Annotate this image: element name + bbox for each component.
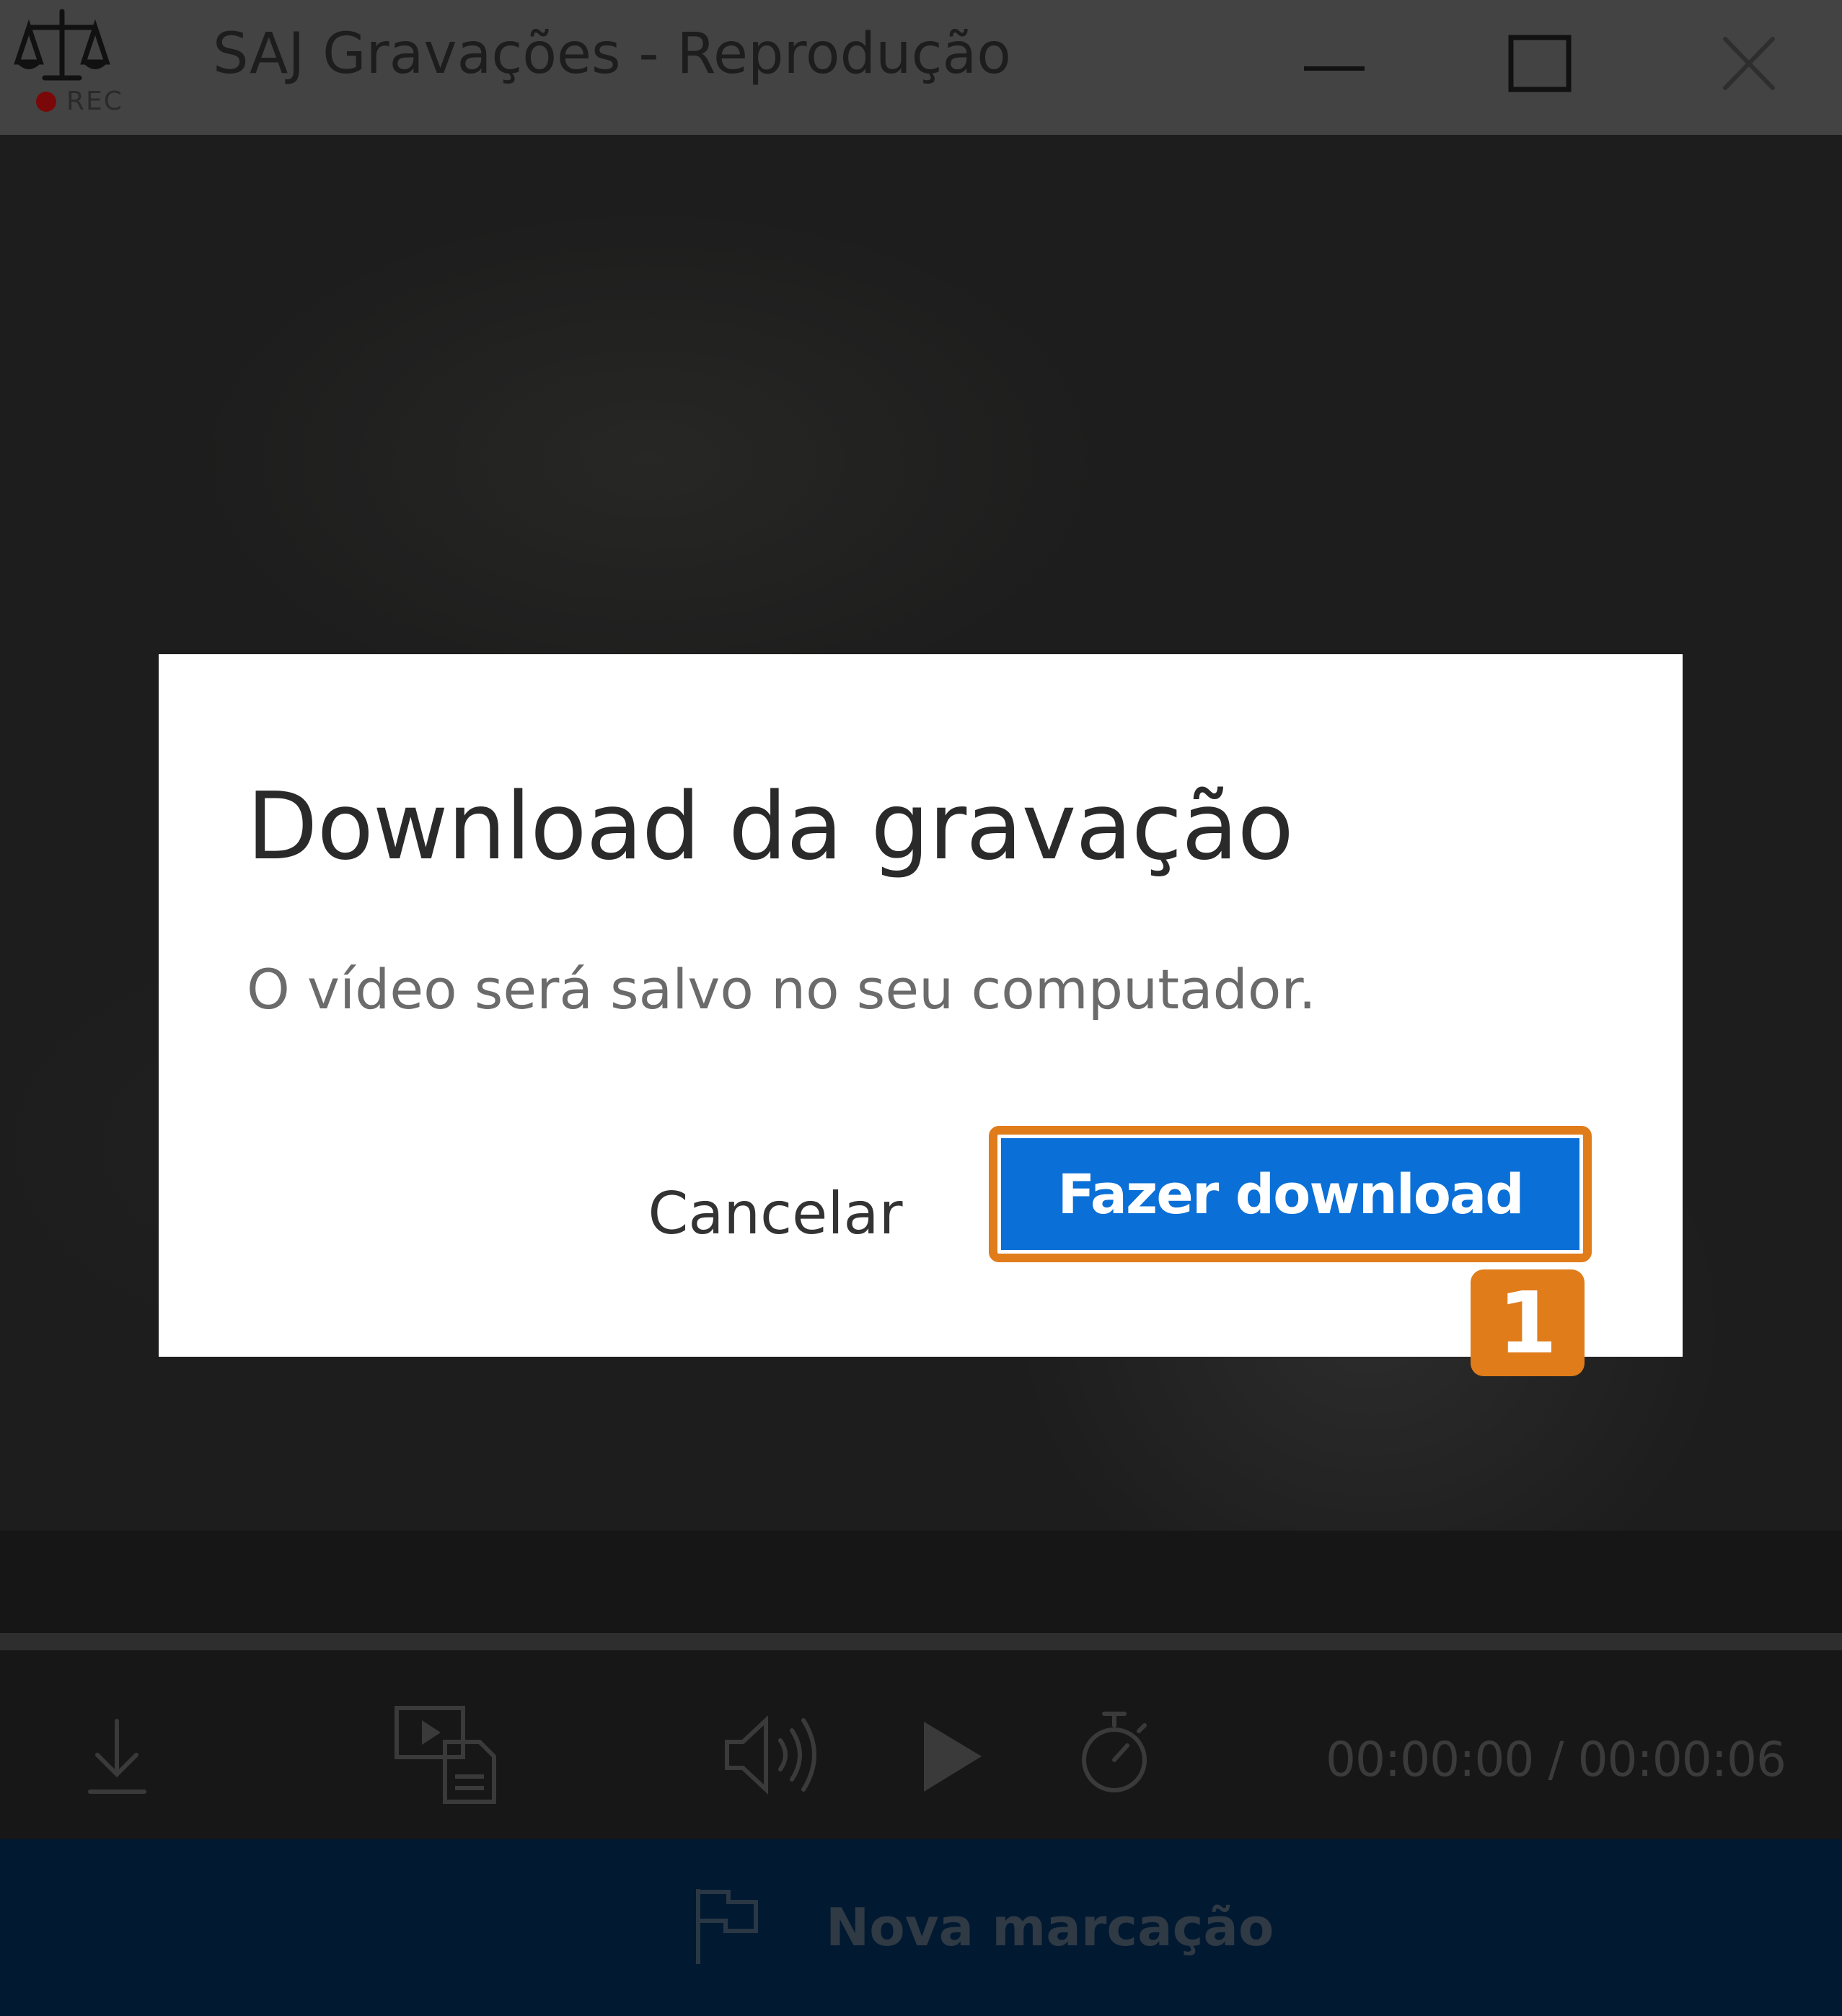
download-button[interactable]: Fazer download (1001, 1138, 1579, 1250)
flag-icon (696, 1889, 758, 1964)
rec-label: REC (66, 87, 123, 116)
step-number-badge: 1 (1471, 1269, 1585, 1376)
video-letterbox (0, 1531, 1842, 1633)
window-title: SAJ Gravações - Reprodução (213, 22, 1011, 87)
close-icon[interactable] (1709, 29, 1789, 101)
download-dialog: Download da gravação O vídeo será salvo … (159, 654, 1683, 1357)
transcript-icon[interactable] (393, 1704, 501, 1805)
dialog-title: Download da gravação (247, 773, 1294, 881)
new-marker-bar[interactable]: Nova marcação (0, 1839, 1842, 2016)
play-icon[interactable] (920, 1719, 984, 1795)
minimize-icon[interactable] (1298, 29, 1378, 101)
timer-icon[interactable] (1078, 1708, 1150, 1798)
player-controls: 00:00:00 / 00:00:06 (0, 1650, 1842, 1839)
app-window: REC SAJ Gravações - Reprodução 00:00:00 … (0, 0, 1842, 2016)
title-bar: REC SAJ Gravações - Reprodução (0, 0, 1842, 135)
maximize-icon[interactable] (1504, 29, 1583, 101)
dialog-message: O vídeo será salvo no seu computador. (247, 957, 1316, 1021)
cancel-button[interactable]: Cancelar (620, 1152, 930, 1275)
volume-icon[interactable] (721, 1712, 822, 1798)
time-readout: 00:00:00 / 00:00:06 (1325, 1732, 1786, 1787)
new-marker-label: Nova marcação (826, 1897, 1274, 1958)
rec-indicator-dot (36, 92, 56, 112)
seek-bar[interactable] (0, 1633, 1842, 1650)
download-icon[interactable] (83, 1715, 151, 1798)
